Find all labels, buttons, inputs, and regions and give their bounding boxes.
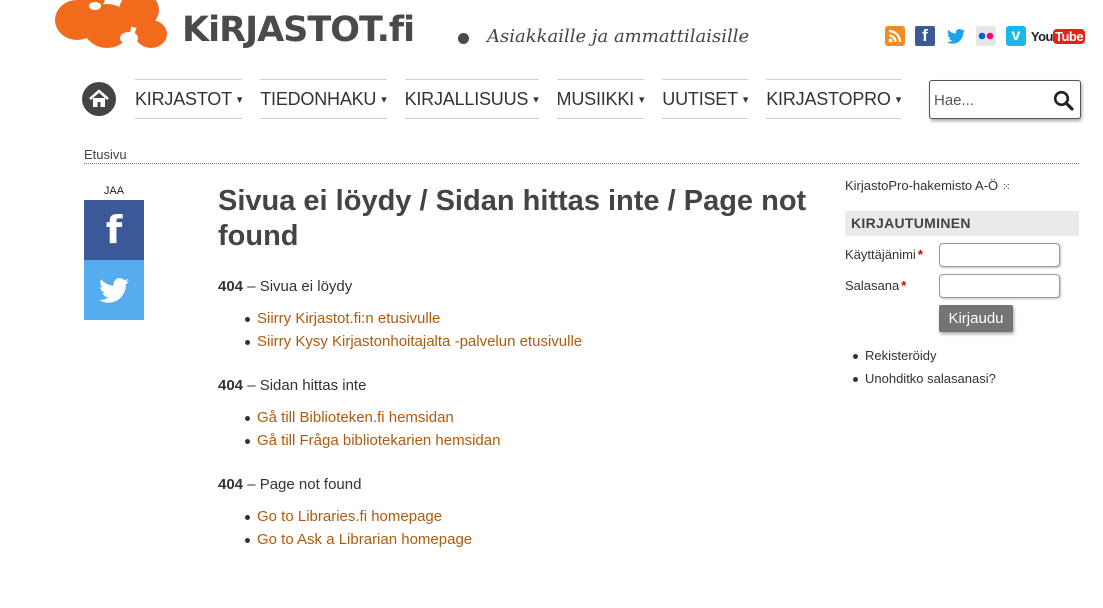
list-item: Siirry Kysy Kirjastonhoitajalta -palvelu… (245, 331, 808, 354)
username-label: Käyttäjänimi * (845, 247, 923, 262)
directory-link[interactable]: KirjastoPro-hakemisto A-Ö ⁙ (845, 178, 1011, 193)
logo-dot (458, 33, 469, 44)
breadcrumb-home-link[interactable]: Etusivu (84, 147, 127, 162)
required-mark: * (917, 247, 923, 262)
forgot-password-link[interactable]: Unohditko salasanasi? (853, 368, 996, 391)
twitter-icon (99, 277, 129, 303)
page-title: Sivua ei löydy / Sidan hittas inte / Pag… (218, 185, 807, 252)
nav-item-kirjallisuus[interactable]: KIRJALLISUUS ▾ (404, 79, 539, 119)
section-heading-en: 404 – Page not found (218, 476, 808, 493)
list-item: Gå till Fråga bibliotekarien hemsidan (245, 430, 808, 453)
nav-item-label: KIRJALLISUUS (404, 88, 529, 109)
required-mark: * (901, 278, 907, 293)
section-heading-fi: 404 – Sivua ei löydy (218, 278, 808, 295)
facebook-icon: f (105, 208, 123, 252)
share-label: JAA (103, 185, 125, 197)
site-logo-text[interactable]: KiRJASTOT.fi (182, 10, 415, 50)
chevron-down-icon: ▾ (236, 93, 243, 106)
link-list-fi: Siirry Kirjastot.fi:n etusivulle Siirry … (245, 308, 808, 353)
search-icon[interactable] (1053, 90, 1074, 111)
error-code: 404 (218, 278, 244, 295)
nav-item-label: KIRJASTOPRO (766, 88, 891, 109)
chevron-down-icon: ▾ (381, 93, 387, 106)
home-button[interactable] (82, 82, 116, 116)
login-links: Rekisteröidy Unohditko salasanasi? (853, 345, 996, 390)
main-content: Sivua ei löydy / Sidan hittas inte / Pag… (218, 184, 808, 551)
logo-blob-icon[interactable] (55, 0, 167, 50)
username-label-text: Käyttäjänimi (845, 247, 916, 262)
chevron-down-icon: ▾ (638, 93, 645, 106)
link-fraga-home[interactable]: Gå till Fråga bibliotekarien hemsidan (257, 432, 500, 449)
list-item: Go to Ask a Librarian homepage (245, 529, 808, 552)
section-heading-sv: 404 – Sidan hittas inte (218, 377, 808, 394)
vimeo-icon[interactable]: v (1006, 26, 1026, 46)
facebook-glyph: f (922, 26, 928, 45)
vimeo-glyph: v (1011, 27, 1021, 44)
login-title: KIRJAUTUMINEN (845, 211, 1079, 236)
nav-item-musiikki[interactable]: MUSIIKKI ▾ (556, 79, 645, 119)
share-twitter-button[interactable] (84, 260, 144, 320)
share-facebook-button[interactable]: f (84, 200, 144, 260)
nav-item-label: TIEDONHAKU (260, 88, 377, 109)
list-item: Gå till Biblioteken.fi hemsidan (245, 407, 808, 430)
chevron-down-icon: ▾ (533, 93, 539, 106)
flickr-icon[interactable] (976, 26, 996, 46)
link-list-en: Go to Libraries.fi homepage Go to Ask a … (245, 506, 808, 551)
list-item: Go to Libraries.fi homepage (245, 506, 808, 529)
breadcrumb: Etusivu (84, 147, 127, 162)
link-kysy-home[interactable]: Siirry Kysy Kirjastonhoitajalta -palvelu… (257, 333, 582, 350)
password-field[interactable] (939, 274, 1060, 298)
main-navigation: KIRJASTOT ▾ TIEDONHAKU ▾ KIRJALLISUUS ▾ MUS… (135, 79, 919, 119)
link-kirjastot-home[interactable]: Siirry Kirjastot.fi:n etusivulle (257, 310, 440, 327)
nav-item-tiedonhaku[interactable]: TIEDONHAKU ▾ (260, 79, 387, 119)
twitter-icon[interactable] (946, 26, 966, 46)
rss-icon[interactable] (885, 26, 905, 46)
password-label-text: Salasana (845, 278, 900, 293)
nav-item-kirjastopro[interactable]: KIRJASTOPRO ▾ (766, 79, 901, 119)
chevron-down-icon: ▾ (742, 93, 749, 106)
breadcrumb-divider (84, 163, 1079, 164)
nav-item-kirjastot[interactable]: KIRJASTOT ▾ (135, 79, 242, 119)
youtube-label-left: You (1030, 28, 1054, 44)
section-text: – Sivua ei löydy (243, 278, 353, 295)
nav-item-label: MUSIIKKI (556, 88, 635, 109)
facebook-icon[interactable]: f (915, 26, 935, 46)
link-libraries-home[interactable]: Go to Libraries.fi homepage (257, 508, 442, 525)
youtube-icon[interactable]: You Tube (1031, 26, 1086, 46)
section-text: – Page not found (243, 476, 362, 493)
password-label: Salasana * (845, 278, 906, 293)
list-item: Siirry Kirjastot.fi:n etusivulle (245, 308, 808, 331)
search-box (929, 80, 1081, 119)
error-code: 404 (218, 377, 244, 394)
home-icon (89, 89, 109, 107)
site-tagline: Asiakkaille ja ammattilaisille (487, 26, 750, 47)
link-list-sv: Gå till Biblioteken.fi hemsidan Gå till … (245, 407, 808, 452)
nav-item-label: UUTISET (662, 88, 738, 109)
section-text: – Sidan hittas inte (243, 377, 367, 394)
nav-item-label: KIRJASTOT (135, 88, 232, 109)
search-input[interactable] (934, 89, 1049, 111)
login-button[interactable]: Kirjaudu (939, 305, 1013, 332)
dots-icon: ⁙ (1002, 182, 1011, 193)
link-ask-librarian-home[interactable]: Go to Ask a Librarian homepage (257, 531, 472, 548)
nav-item-uutiset[interactable]: UUTISET ▾ (662, 79, 748, 119)
error-code: 404 (218, 476, 244, 493)
youtube-label-right: Tube (1053, 28, 1086, 44)
chevron-down-icon: ▾ (895, 93, 902, 106)
directory-link-label: KirjastoPro-hakemisto A-Ö (845, 178, 999, 193)
register-link[interactable]: Rekisteröidy (853, 345, 996, 368)
link-biblioteken-home[interactable]: Gå till Biblioteken.fi hemsidan (257, 409, 454, 426)
username-field[interactable] (939, 243, 1060, 267)
